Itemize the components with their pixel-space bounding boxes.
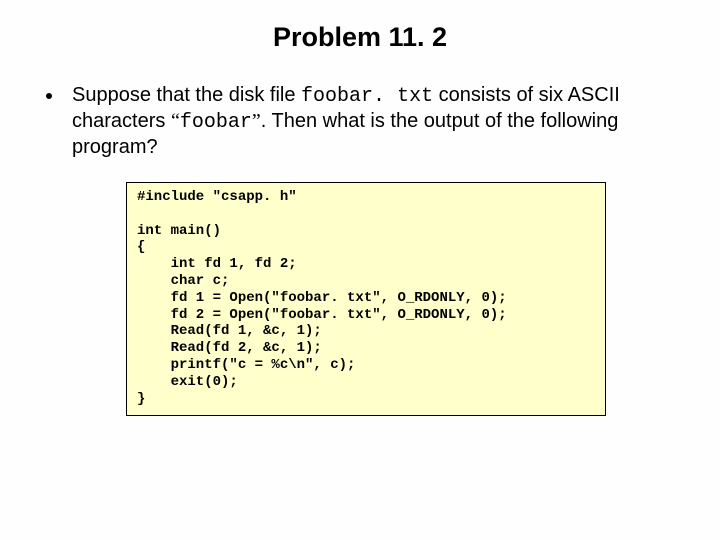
inline-code: foobar [180,111,252,134]
bullet-item: Suppose that the disk file foobar. txt c… [46,83,674,160]
quote-mark: “ [171,110,180,132]
code-block: #include "csapp. h" int main() { int fd … [126,182,606,416]
quote-mark: ” [252,110,261,132]
slide: Problem 11. 2 Suppose that the disk file… [0,0,720,540]
bullet-text: Suppose that the disk file foobar. txt c… [72,83,674,160]
inline-code: foobar. txt [301,85,433,108]
slide-title: Problem 11. 2 [46,22,674,53]
bullet-dot-icon [46,93,52,99]
text-run: Suppose that the disk file [72,84,301,106]
